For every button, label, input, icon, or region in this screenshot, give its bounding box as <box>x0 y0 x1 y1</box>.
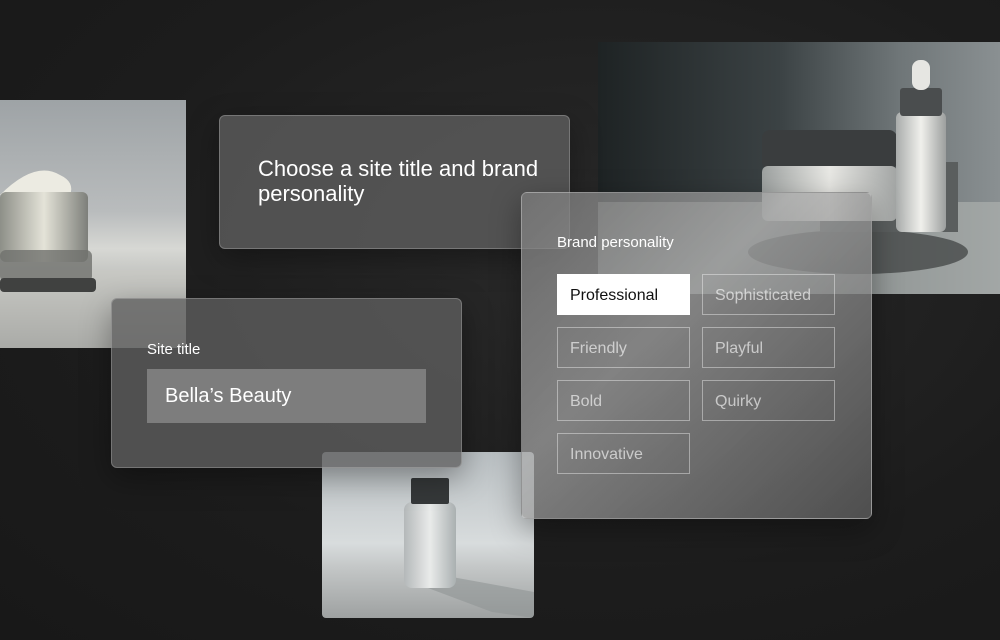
personality-option-playful[interactable]: Playful <box>702 327 835 368</box>
personality-option-professional[interactable]: Professional <box>557 274 690 315</box>
personality-option-sophisticated[interactable]: Sophisticated <box>702 274 835 315</box>
personality-option-bold[interactable]: Bold <box>557 380 690 421</box>
headline-panel: Choose a site title and brand personalit… <box>219 115 570 249</box>
site-title-panel: Site title <box>111 298 462 468</box>
headline: Choose a site title and brand personalit… <box>258 156 539 206</box>
personality-option-quirky[interactable]: Quirky <box>702 380 835 421</box>
serum-bottle-photo <box>322 452 534 618</box>
brand-personality-label: Brand personality <box>557 234 674 251</box>
site-title-label: Site title <box>147 341 201 358</box>
site-title-input[interactable] <box>147 369 426 423</box>
serum-bottle-illustration <box>404 478 534 618</box>
personality-option-innovative[interactable]: Innovative <box>557 433 690 474</box>
personality-option-friendly[interactable]: Friendly <box>557 327 690 368</box>
brand-personality-panel: Brand personality Professional Sophistic… <box>521 192 872 519</box>
